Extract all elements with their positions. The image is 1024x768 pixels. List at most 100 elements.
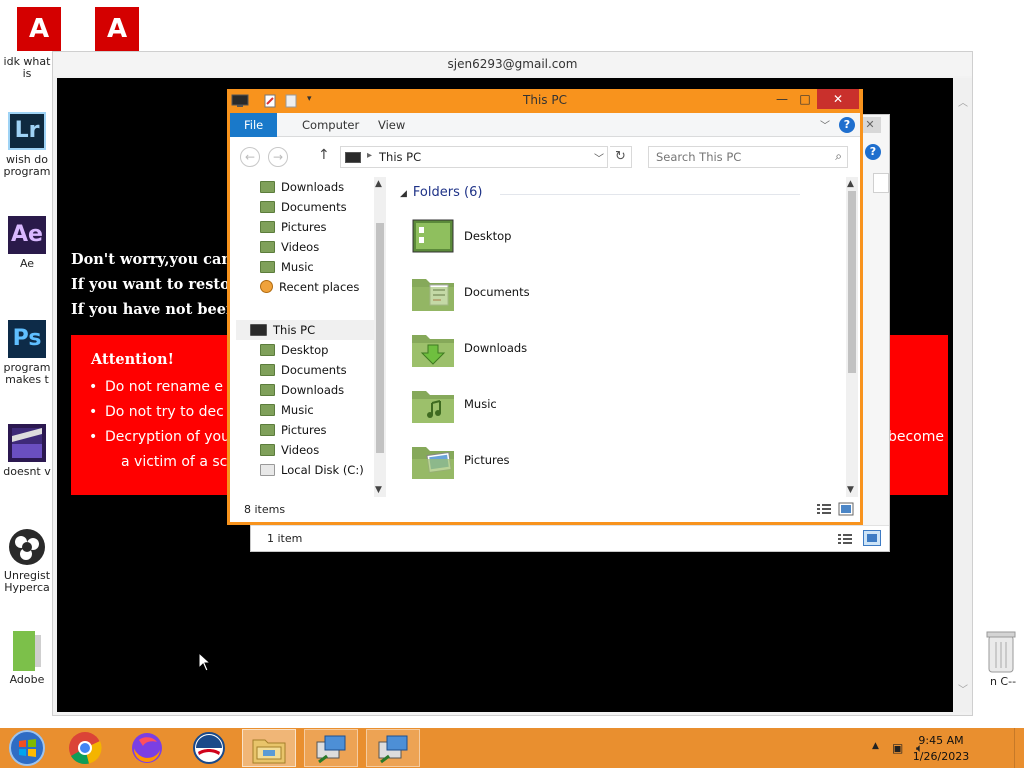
tab-computer[interactable]: Computer — [288, 113, 373, 137]
folder-label: Music — [464, 397, 497, 411]
taskbar-remote-desktop-2[interactable] — [366, 729, 420, 767]
nav-item-label: This PC — [273, 323, 316, 337]
nav-item-local-disk[interactable]: Local Disk (C:) — [260, 460, 364, 480]
scroll-down-icon[interactable]: ▼ — [375, 485, 382, 495]
nav-item-downloads[interactable]: Downloads — [260, 380, 344, 400]
scroll-up-icon[interactable]: ▲ — [847, 179, 854, 189]
adobe-icon[interactable]: A — [95, 7, 139, 51]
back-button[interactable]: ← — [240, 147, 260, 167]
help-icon[interactable]: ? — [839, 117, 855, 133]
explorer-title-bar[interactable]: ▾ This PC — □ ✕ — [227, 89, 863, 113]
obs-icon — [8, 528, 46, 566]
nav-item-music[interactable]: Music — [260, 257, 314, 277]
desktop-icon-obs[interactable]: Unregist Hyperca — [0, 528, 54, 594]
details-view-icon[interactable] — [837, 532, 853, 546]
pictures-folder-icon — [260, 424, 275, 436]
address-bar[interactable]: ▸ This PC ﹀ — [340, 146, 608, 168]
refresh-button[interactable]: ↻ — [610, 146, 632, 168]
show-hidden-icons-icon[interactable]: ▲ — [872, 741, 879, 751]
taskbar-firefox[interactable] — [120, 729, 174, 767]
nav-item-documents[interactable]: Documents — [260, 360, 347, 380]
adobe-icon[interactable]: A — [17, 7, 61, 51]
taskbar-app[interactable] — [182, 729, 236, 767]
up-button[interactable]: ↑ — [318, 147, 330, 163]
nav-item-documents[interactable]: Documents — [260, 197, 347, 217]
content-scrollbar[interactable]: ▲ ▼ — [846, 177, 858, 497]
nav-pane-scrollbar[interactable]: ▲ ▼ — [374, 177, 386, 497]
attention-bullet: Decryption of you — [89, 429, 230, 445]
background-status-bar: 1 item — [251, 525, 889, 551]
clock-date[interactable]: 1/26/2023 — [906, 750, 976, 763]
ransom-line: Don't worry,you can r — [71, 251, 245, 268]
desktop-icon-lightroom[interactable]: Lr wish do program — [0, 112, 54, 178]
desktop-icon-label: program makes t — [3, 362, 51, 386]
address-text: This PC — [379, 150, 422, 164]
desktop-icon-adobe[interactable]: idk what is — [0, 56, 54, 80]
desktop-icon-after-effects[interactable]: Ae Ae — [0, 216, 54, 270]
remote-scrollbar[interactable]: ︿ ﹀ — [954, 78, 972, 712]
pictures-folder-icon — [412, 447, 454, 479]
close-button[interactable]: ✕ — [817, 89, 859, 109]
desktop-icon-premiere[interactable]: doesnt v — [0, 424, 54, 478]
nav-item-pictures[interactable]: Pictures — [260, 420, 327, 440]
details-view-icon[interactable] — [816, 502, 832, 516]
file-explorer-icon — [252, 739, 286, 764]
nav-item-videos[interactable]: Videos — [260, 440, 319, 460]
nav-item-label: Pictures — [281, 423, 327, 437]
item-count: 8 items — [244, 503, 286, 516]
nav-item-videos[interactable]: Videos — [260, 237, 319, 257]
tab-view[interactable]: View — [364, 113, 419, 137]
explorer-status-bar: 8 items — [230, 497, 860, 522]
folders-group-header[interactable]: ◢ Folders (6) — [400, 185, 800, 200]
folder-label: Pictures — [464, 453, 510, 467]
tab-file[interactable]: File — [230, 113, 278, 137]
attention-bullet: Do not rename e — [89, 379, 223, 395]
start-button[interactable] — [0, 729, 56, 767]
network-icon[interactable]: ▣ — [892, 741, 903, 755]
desktop-folder-icon — [260, 344, 275, 356]
documents-folder-icon — [412, 279, 454, 311]
remote-desktop-icon — [316, 735, 346, 764]
desktop-icon-adobe-folder[interactable]: Adobe — [0, 631, 54, 686]
folder-icon — [8, 631, 46, 671]
large-icons-view-icon[interactable] — [838, 502, 854, 516]
nav-item-label: Local Disk (C:) — [281, 463, 364, 477]
search-box[interactable]: ⌕ — [648, 146, 848, 168]
maximize-button[interactable]: □ — [793, 89, 817, 109]
nav-item-label: Downloads — [281, 180, 345, 194]
search-icon[interactable]: ⌕ — [835, 149, 842, 164]
desktop-icon-label: doesnt v — [3, 466, 51, 478]
search-input[interactable] — [649, 147, 825, 167]
desktop-icon-label: Unregist Hyperca — [3, 570, 51, 594]
taskbar-file-explorer[interactable] — [242, 729, 296, 767]
clock-time[interactable]: 9:45 AM — [906, 734, 976, 747]
nav-item-this-pc[interactable]: This PC — [250, 320, 315, 340]
scrollbar-thumb[interactable] — [848, 191, 856, 373]
app-globe-icon — [193, 732, 225, 764]
nav-item-recent-places[interactable]: Recent places — [260, 277, 359, 297]
nav-item-pictures[interactable]: Pictures — [260, 217, 327, 237]
ribbon-expand-icon[interactable]: ﹀ — [820, 117, 830, 132]
downloads-folder-icon — [412, 335, 454, 367]
address-dropdown-icon[interactable]: ﹀ — [594, 150, 604, 165]
nav-item-music[interactable]: Music — [260, 400, 314, 420]
folder-label: Downloads — [464, 341, 528, 355]
nav-item-desktop[interactable]: Desktop — [260, 340, 328, 360]
attention-bullet: Do not try to dec — [89, 404, 224, 420]
desktop-icon-photoshop[interactable]: Ps program makes t — [0, 320, 54, 386]
nav-item-label: Music — [281, 403, 314, 417]
forward-button[interactable]: → — [268, 147, 288, 167]
large-icons-view-icon[interactable] — [863, 530, 881, 546]
taskbar-remote-desktop-1[interactable] — [304, 729, 358, 767]
help-icon[interactable]: ? — [865, 144, 881, 160]
minimize-button[interactable]: — — [771, 89, 793, 109]
nav-item-downloads[interactable]: Downloads — [260, 177, 344, 197]
explorer-window[interactable]: ▾ This PC — □ ✕ File Computer View ﹀ ? ←… — [227, 89, 863, 525]
show-desktop-button[interactable] — [1014, 728, 1024, 768]
scroll-down-icon[interactable]: ▼ — [847, 485, 854, 495]
collapse-icon[interactable]: ◢ — [400, 189, 407, 199]
taskbar-chrome[interactable] — [58, 729, 112, 767]
recycle-bin[interactable]: n C-- — [966, 630, 1024, 694]
scrollbar-thumb[interactable] — [376, 223, 384, 453]
scroll-up-icon[interactable]: ▲ — [375, 179, 382, 189]
